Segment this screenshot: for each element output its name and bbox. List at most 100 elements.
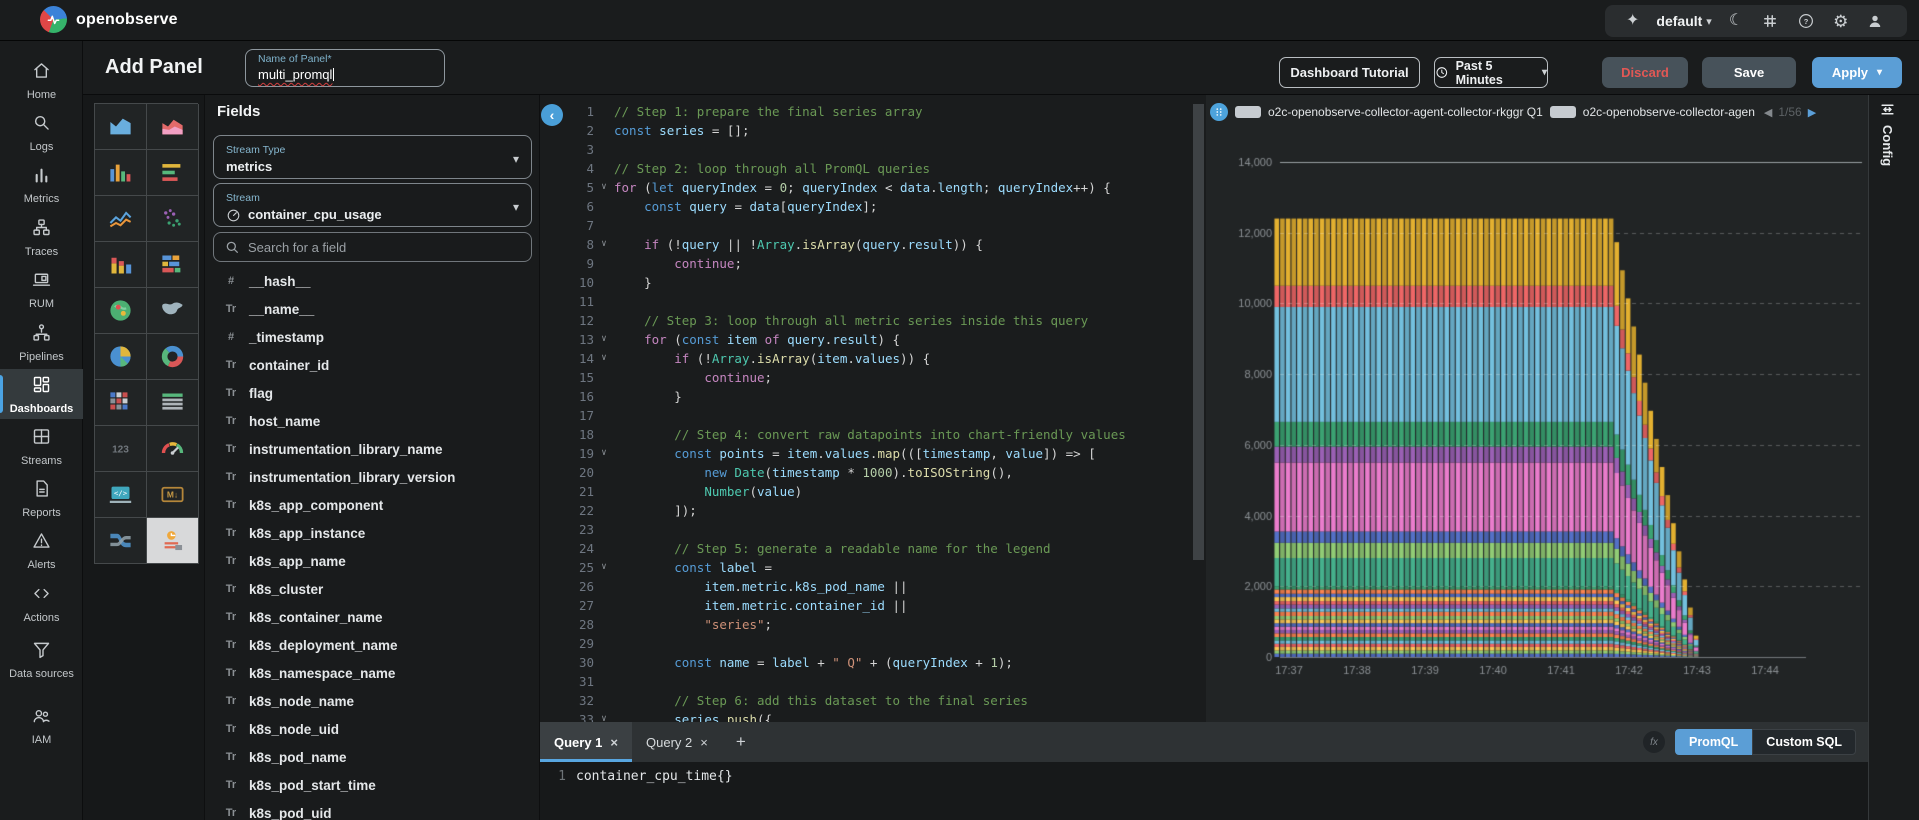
editor-line[interactable]: 21 Number(value) xyxy=(540,482,1206,501)
field-item[interactable]: Trk8s_cluster xyxy=(205,575,540,603)
sidebar-item-data-sources[interactable]: Data sources xyxy=(0,630,83,688)
chart-type-line[interactable] xyxy=(95,196,147,242)
field-item[interactable]: Trk8s_node_uid xyxy=(205,715,540,743)
sidebar-item-actions[interactable]: Actions xyxy=(0,578,83,628)
field-item[interactable]: Trcontainer_id xyxy=(205,351,540,379)
chart-type-html[interactable]: </> xyxy=(95,472,147,518)
sidebar-item-logs[interactable]: Logs xyxy=(0,107,83,157)
fold-chevron-icon[interactable]: ∨ xyxy=(594,235,614,254)
chart-type-gauge[interactable] xyxy=(147,426,199,472)
chart-type-pie[interactable] xyxy=(95,334,147,380)
editor-line[interactable]: 28 "series"; xyxy=(540,615,1206,634)
org-selector-label[interactable]: default xyxy=(1648,13,1704,29)
editor-line[interactable]: 16 } xyxy=(540,387,1206,406)
field-item[interactable]: Trk8s_pod_uid xyxy=(205,799,540,820)
stacked-bar-chart[interactable] xyxy=(1206,125,1868,710)
editor-line[interactable]: 14∨ if (!Array.isArray(item.values)) { xyxy=(540,349,1206,368)
sidebar-item-dashboards[interactable]: Dashboards xyxy=(0,369,83,419)
chart-type-heatmap[interactable] xyxy=(95,380,147,426)
sidebar-item-reports[interactable]: Reports xyxy=(0,473,83,523)
editor-line[interactable]: 13∨ for (const item of query.result) { xyxy=(540,330,1206,349)
sparkles-icon[interactable]: ✦ xyxy=(1617,5,1648,37)
field-item[interactable]: #__hash__ xyxy=(205,267,540,295)
dashboard-tutorial-button[interactable]: Dashboard Tutorial xyxy=(1279,57,1420,88)
stream-type-select[interactable]: Stream Type metrics ▾ xyxy=(213,135,532,179)
editor-line[interactable]: 19∨ const points = item.values.map(([tim… xyxy=(540,444,1206,463)
query-tab[interactable]: Query 1× xyxy=(540,722,632,762)
query-mode-promql[interactable]: PromQL xyxy=(1675,729,1752,755)
editor-line[interactable]: 29 xyxy=(540,634,1206,653)
stream-select[interactable]: Stream container_cpu_usage ▾ xyxy=(213,183,532,227)
close-tab-icon[interactable]: × xyxy=(610,735,618,750)
editor-line[interactable]: 2const series = []; xyxy=(540,121,1206,140)
editor-line[interactable]: 31 xyxy=(540,672,1206,691)
brand[interactable]: openobserve xyxy=(40,6,178,33)
panel-name-input[interactable]: Name of Panel* multi_promql xyxy=(245,49,445,87)
editor-line[interactable]: 11 xyxy=(540,292,1206,311)
field-item[interactable]: Trinstrumentation_library_name xyxy=(205,435,540,463)
field-item[interactable]: Trhost_name xyxy=(205,407,540,435)
chart-type-markdown[interactable]: M↓ xyxy=(147,472,199,518)
sidebar-item-iam[interactable]: IAM xyxy=(0,700,83,750)
chart-type-h-bar[interactable] xyxy=(147,150,199,196)
editor-line[interactable]: 17 xyxy=(540,406,1206,425)
legend-swatch[interactable] xyxy=(1235,106,1261,118)
field-item[interactable]: Trk8s_pod_name xyxy=(205,743,540,771)
field-item[interactable]: Trk8s_deployment_name xyxy=(205,631,540,659)
chart-type-sankey[interactable] xyxy=(95,518,147,564)
chart-type-custom-chart[interactable] xyxy=(147,518,199,564)
editor-line[interactable]: 15 continue; xyxy=(540,368,1206,387)
field-item[interactable]: Trk8s_namespace_name xyxy=(205,659,540,687)
field-item[interactable]: Trk8s_node_name xyxy=(205,687,540,715)
chart-type-bar[interactable] xyxy=(95,150,147,196)
field-item[interactable]: Trk8s_app_name xyxy=(205,547,540,575)
editor-line[interactable]: 25∨ const label = xyxy=(540,558,1206,577)
sidebar-item-metrics[interactable]: Metrics xyxy=(0,159,83,209)
query-editor[interactable]: 1 container_cpu_time{} xyxy=(540,762,1868,820)
editor-line[interactable]: 24 // Step 5: generate a readable name f… xyxy=(540,539,1206,558)
editor-line[interactable]: 22 ]); xyxy=(540,501,1206,520)
fold-chevron-icon[interactable]: ∨ xyxy=(594,349,614,368)
discard-button[interactable]: Discard xyxy=(1602,57,1688,88)
sidebar-item-rum[interactable]: RUM xyxy=(0,264,83,314)
chart-type-table[interactable] xyxy=(147,380,199,426)
field-item[interactable]: #_timestamp xyxy=(205,323,540,351)
chart-type-area-stacked[interactable] xyxy=(147,104,199,150)
field-item[interactable]: Tr__name__ xyxy=(205,295,540,323)
settings-icon[interactable]: ⚙ xyxy=(1824,5,1857,37)
chart-type-stacked-bar[interactable] xyxy=(95,242,147,288)
editor-line[interactable]: 7 xyxy=(540,216,1206,235)
legend-prev-icon[interactable]: ◀ xyxy=(1764,106,1772,119)
editor-line[interactable]: 23 xyxy=(540,520,1206,539)
editor-scrollbar[interactable] xyxy=(1193,104,1204,560)
code-editor[interactable]: 1// Step 1: prepare the final series arr… xyxy=(540,95,1206,722)
legend-item-label[interactable]: o2c-openobserve-collector-agen xyxy=(1583,105,1755,119)
field-item[interactable]: Trk8s_app_instance xyxy=(205,519,540,547)
editor-line[interactable]: 1// Step 1: prepare the final series arr… xyxy=(540,102,1206,121)
legend-swatch[interactable] xyxy=(1550,106,1576,118)
chart-type-maps[interactable] xyxy=(147,288,199,334)
config-tab[interactable]: Config xyxy=(1878,102,1898,194)
editor-line[interactable]: 26 item.metric.k8s_pod_name || xyxy=(540,577,1206,596)
editor-line[interactable]: 9 continue; xyxy=(540,254,1206,273)
chevron-down-icon[interactable]: ▾ xyxy=(1704,15,1720,28)
close-tab-icon[interactable]: × xyxy=(700,735,708,750)
sidebar-item-home[interactable]: Home xyxy=(0,55,83,105)
chart-type-geomap[interactable] xyxy=(95,288,147,334)
field-item[interactable]: Trk8s_container_name xyxy=(205,603,540,631)
dark-mode-icon[interactable]: ☾ xyxy=(1720,5,1752,37)
field-item[interactable]: Trflag xyxy=(205,379,540,407)
collapse-fields-button[interactable]: ‹ xyxy=(541,104,563,126)
add-query-tab-button[interactable]: + xyxy=(722,732,760,752)
field-item[interactable]: Trk8s_pod_start_time xyxy=(205,771,540,799)
fold-chevron-icon[interactable]: ∨ xyxy=(594,558,614,577)
editor-line[interactable]: 20 new Date(timestamp * 1000).toISOStrin… xyxy=(540,463,1206,482)
apps-icon[interactable] xyxy=(1752,5,1788,37)
field-item[interactable]: Trinstrumentation_library_version xyxy=(205,463,540,491)
chart-type-area[interactable] xyxy=(95,104,147,150)
field-item[interactable]: Trk8s_app_component xyxy=(205,491,540,519)
editor-line[interactable]: 32 // Step 6: add this dataset to the fi… xyxy=(540,691,1206,710)
fold-chevron-icon[interactable]: ∨ xyxy=(594,710,614,722)
editor-line[interactable]: 18 // Step 4: convert raw datapoints int… xyxy=(540,425,1206,444)
editor-line[interactable]: 5∨for (let queryIndex = 0; queryIndex < … xyxy=(540,178,1206,197)
